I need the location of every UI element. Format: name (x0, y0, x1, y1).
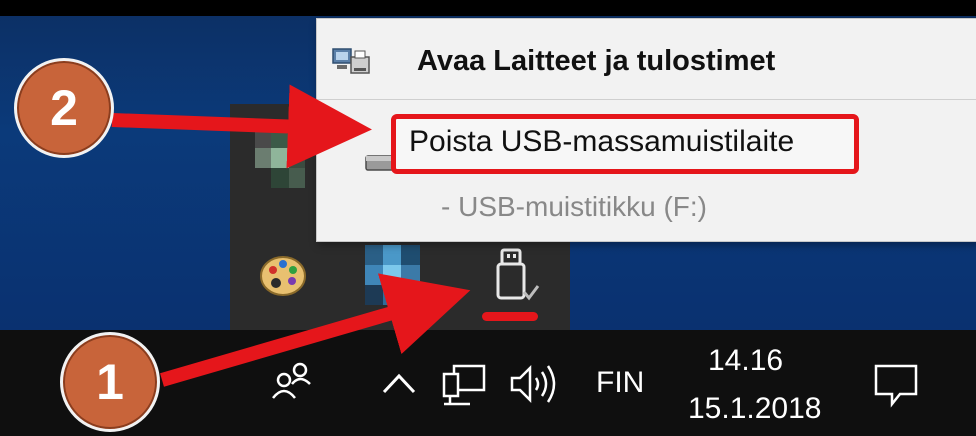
step-2-badge: 2 (14, 58, 114, 158)
usb-drive-entry[interactable]: - USB-muistitikku (F:) (441, 191, 707, 223)
desktop-top-edge (0, 0, 976, 16)
menu-separator (317, 99, 976, 100)
eject-usb-mass-storage-item[interactable]: Poista USB-massamuistilaite (409, 125, 794, 159)
step-1-badge: 1 (60, 332, 160, 432)
clock-time[interactable]: 14.16 (708, 344, 783, 378)
action-center-icon[interactable] (870, 360, 922, 410)
usb-icon-highlight (482, 312, 538, 321)
clock-date[interactable]: 15.1.2018 (688, 392, 821, 426)
volume-icon[interactable] (508, 360, 562, 408)
paint-palette-icon[interactable] (258, 250, 308, 300)
usb-safely-remove-icon[interactable] (488, 248, 540, 306)
devices-printers-icon (331, 43, 371, 79)
pixelated-blue-app-icon[interactable] (365, 245, 420, 305)
chevron-up-icon[interactable] (380, 370, 418, 396)
input-language-indicator[interactable]: FIN (596, 366, 644, 400)
usb-context-menu: Avaa Laitteet ja tulostimet Poista USB-m… (316, 18, 976, 242)
pixelated-app-icon[interactable] (255, 130, 305, 190)
open-devices-and-printers-item[interactable]: Avaa Laitteet ja tulostimet (417, 45, 775, 78)
people-icon[interactable] (270, 360, 314, 404)
network-icon[interactable] (440, 360, 488, 408)
